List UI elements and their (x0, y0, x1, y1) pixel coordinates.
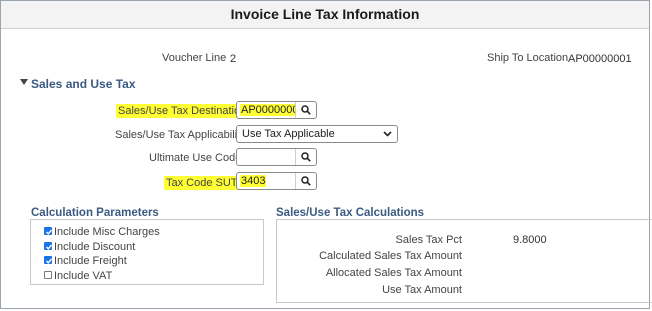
search-icon (301, 152, 311, 162)
include-discount-checkbox[interactable] (44, 242, 53, 250)
collapse-triangle-icon[interactable] (20, 79, 28, 85)
page-header: Invoice Line Tax Information (1, 1, 649, 29)
checkmark-icon (46, 244, 53, 250)
page-title: Invoice Line Tax Information (230, 6, 420, 22)
voucher-line-value: 2 (230, 53, 237, 65)
use-tax-amount-label: Use Tax Amount (382, 284, 462, 296)
search-icon (301, 105, 311, 115)
include-vat-label: Include VAT (54, 270, 113, 282)
tax-applicability-label: Sales/Use Tax Applicability (115, 129, 246, 141)
include-discount-label: Include Discount (54, 241, 136, 253)
tax-code-sut-input[interactable]: 3403 (236, 172, 317, 190)
tax-destination-input[interactable]: AP00000001 (236, 101, 317, 119)
calculation-parameters-title: Calculation Parameters (31, 207, 159, 219)
ultimate-use-code-input[interactable] (236, 148, 317, 166)
ultimate-use-code-lookup-button[interactable] (295, 149, 316, 165)
tax-destination-label: Sales/Use Tax Destination (116, 104, 249, 118)
chevron-down-icon (383, 131, 392, 137)
include-freight-label: Include Freight (54, 255, 127, 267)
tax-applicability-select[interactable]: Use Tax Applicable (236, 125, 398, 143)
tax-code-sut-label: Tax Code SUT (164, 176, 240, 190)
tax-code-sut-lookup-button[interactable] (295, 173, 316, 189)
calculated-sales-tax-amount-label: Calculated Sales Tax Amount (319, 250, 462, 262)
checkmark-icon (46, 258, 53, 264)
tax-destination-lookup-button[interactable] (295, 102, 316, 118)
ship-to-location-value: AP00000001 (568, 53, 632, 65)
include-misc-charges-checkbox[interactable] (44, 227, 53, 235)
sales-use-tax-section-title[interactable]: Sales and Use Tax (31, 77, 136, 91)
sales-tax-pct-value: 9.8000 (513, 234, 547, 246)
tax-code-sut-value: 3403 (240, 175, 267, 187)
search-icon (301, 176, 311, 186)
checkmark-icon (46, 229, 53, 235)
include-misc-charges-label: Include Misc Charges (54, 226, 160, 238)
tax-calculations-title: Sales/Use Tax Calculations (276, 207, 425, 219)
ultimate-use-code-label: Ultimate Use Code (149, 152, 242, 164)
sales-tax-pct-label: Sales Tax Pct (395, 234, 462, 246)
voucher-line-label: Voucher Line (162, 52, 227, 64)
ship-to-location-label: Ship To Location (487, 52, 569, 64)
tax-applicability-value: Use Tax Applicable (242, 128, 335, 140)
include-freight-checkbox[interactable] (44, 256, 53, 264)
include-vat-checkbox[interactable] (44, 271, 52, 279)
allocated-sales-tax-amount-label: Allocated Sales Tax Amount (325, 267, 462, 279)
